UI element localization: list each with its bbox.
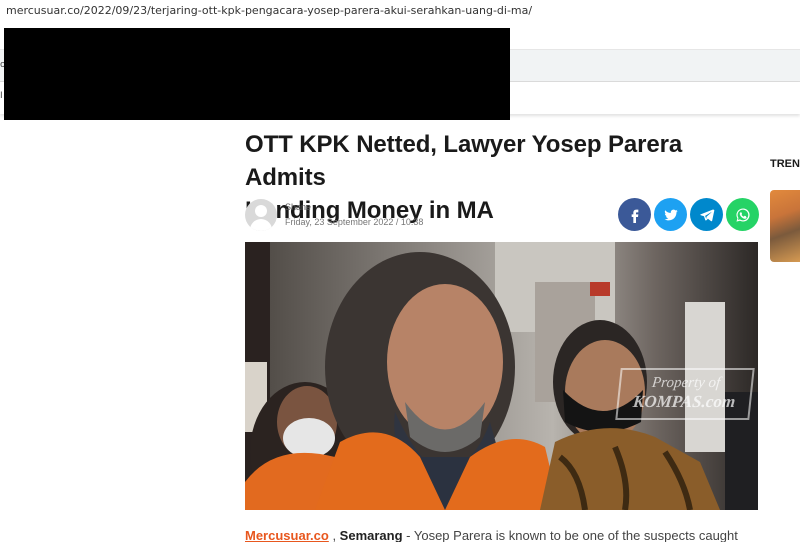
url-text[interactable]: mercusuar.co/2022/09/23/terjaring-ott-kp…	[6, 4, 532, 17]
redacted-block	[4, 28, 510, 120]
address-bar[interactable]: mercusuar.co/2022/09/23/terjaring-ott-kp…	[0, 0, 800, 22]
lede-separator: ,	[328, 528, 340, 542]
trending-thumbnail[interactable]	[770, 190, 800, 262]
avatar-body	[250, 219, 272, 231]
article-title-line-1: OTT KPK Netted, Lawyer Yosep Parera Admi…	[245, 131, 683, 191]
facebook-icon	[631, 209, 638, 223]
author-avatar[interactable]	[245, 199, 277, 231]
telegram-share-button[interactable]	[690, 198, 723, 231]
watermark-line-2: KOMPAS.com	[632, 392, 737, 411]
avatar-head	[255, 205, 267, 217]
edge-glyph-2: I	[0, 91, 3, 101]
article-title: OTT KPK Netted, Lawyer Yosep Parera Admi…	[245, 128, 765, 227]
publish-date: Friday, 23 September 2022 / 10:38	[285, 217, 424, 227]
twitter-icon	[664, 209, 678, 220]
dateline-city: Semarang	[339, 528, 403, 542]
photo-watermark: Property of KOMPAS.com	[615, 368, 755, 420]
source-link[interactable]: Mercusuar.co	[245, 528, 329, 542]
twitter-share-button[interactable]	[654, 198, 687, 231]
trending-heading: TREN	[770, 158, 800, 170]
whatsapp-icon	[735, 207, 750, 222]
facebook-share-button[interactable]	[618, 198, 651, 231]
lede-text: - Yosep Parera is known to be one of the…	[402, 528, 738, 542]
watermark-line-1: Property of	[651, 375, 722, 391]
telegram-icon	[699, 208, 714, 221]
author-name[interactable]: Shane	[285, 202, 311, 212]
whatsapp-share-button[interactable]	[726, 198, 759, 231]
article-lede: Mercusuar.co , Semarang - Yosep Parera i…	[245, 528, 765, 542]
